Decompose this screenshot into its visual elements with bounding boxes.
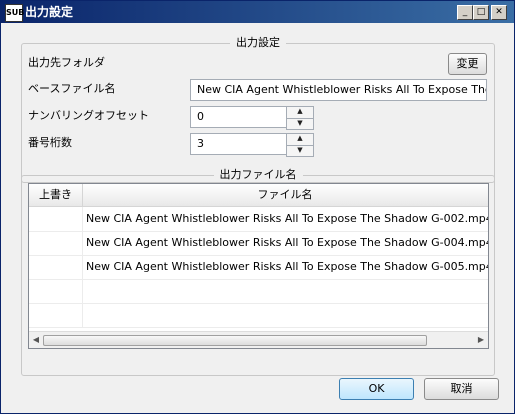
- scroll-right-icon[interactable]: ▶: [475, 333, 487, 347]
- base-name-label: ベースファイル名: [28, 82, 116, 95]
- scrollbar-thumb[interactable]: [43, 335, 427, 346]
- digits-input[interactable]: 3: [190, 133, 288, 155]
- cancel-button[interactable]: 取消: [424, 378, 499, 400]
- output-files-table: 上書き ファイル名 New CIA Agent Whistleblower Ri…: [28, 183, 489, 349]
- numbering-offset-spinner[interactable]: ▲ ▼: [286, 106, 314, 130]
- output-settings-group-title: 出力設定: [230, 36, 286, 49]
- title-bar[interactable]: SUB 出力設定 _ □ ✕: [1, 1, 514, 23]
- table-row[interactable]: New CIA Agent Whistleblower Risks All To…: [29, 207, 488, 232]
- window-title: 出力設定: [25, 5, 74, 19]
- minimize-button[interactable]: _: [457, 5, 473, 20]
- numbering-offset-label: ナンバリングオフセット: [28, 109, 149, 122]
- numbering-offset-input[interactable]: 0: [190, 106, 288, 128]
- app-icon: SUB: [5, 4, 24, 22]
- overwrite-cell[interactable]: [29, 303, 83, 327]
- close-button[interactable]: ✕: [491, 5, 507, 20]
- spin-up-icon[interactable]: ▲: [287, 134, 313, 145]
- table-row[interactable]: [29, 279, 488, 304]
- table-row[interactable]: New CIA Agent Whistleblower Risks All To…: [29, 255, 488, 280]
- spin-down-icon[interactable]: ▼: [287, 118, 313, 129]
- digits-spinner[interactable]: ▲ ▼: [286, 133, 314, 157]
- overwrite-cell[interactable]: [29, 255, 83, 279]
- digits-label: 番号桁数: [28, 136, 72, 149]
- overwrite-cell[interactable]: [29, 231, 83, 255]
- output-folder-label: 出力先フォルダ: [28, 56, 105, 69]
- filename-cell: New CIA Agent Whistleblower Risks All To…: [86, 236, 489, 249]
- output-files-group-title: 出力ファイル名: [213, 168, 303, 181]
- table-row[interactable]: New CIA Agent Whistleblower Risks All To…: [29, 231, 488, 256]
- spin-up-icon[interactable]: ▲: [287, 107, 313, 118]
- maximize-button[interactable]: □: [473, 5, 489, 20]
- change-folder-button[interactable]: 変更: [448, 53, 487, 75]
- table-header: 上書き ファイル名: [29, 184, 488, 207]
- output-settings-window: SUB 出力設定 _ □ ✕ 出力設定 出力先フォルダ 変更 ベースファイル名 …: [0, 0, 515, 414]
- table-row[interactable]: [29, 303, 488, 328]
- scroll-left-icon[interactable]: ◀: [30, 333, 42, 347]
- base-name-input[interactable]: New CIA Agent Whistleblower Risks All To…: [190, 79, 487, 101]
- ok-button[interactable]: OK: [339, 378, 414, 400]
- horizontal-scrollbar[interactable]: ◀ ▶: [29, 331, 488, 348]
- spin-down-icon[interactable]: ▼: [287, 145, 313, 156]
- overwrite-cell[interactable]: [29, 207, 83, 231]
- filename-cell: New CIA Agent Whistleblower Risks All To…: [86, 260, 489, 273]
- overwrite-cell[interactable]: [29, 279, 83, 303]
- filename-cell: New CIA Agent Whistleblower Risks All To…: [86, 212, 489, 225]
- dialog-body: 出力設定 出力先フォルダ 変更 ベースファイル名 New CIA Agent W…: [1, 23, 514, 413]
- column-header-filename[interactable]: ファイル名: [83, 184, 487, 206]
- column-header-overwrite[interactable]: 上書き: [29, 184, 83, 206]
